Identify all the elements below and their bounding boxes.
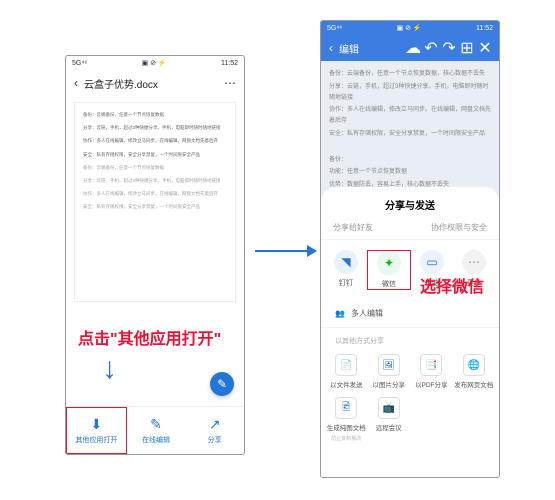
share-panel: 分享与发送 分享给好友 协作权限与安全 ◥钉钉✦微信▭电脑⋯更多 👥 多人编辑 … (321, 187, 499, 477)
share-item-钉钉[interactable]: ◥ 钉钉 (325, 250, 367, 290)
other-label: 生成纯图文档 (327, 422, 366, 432)
back-icon[interactable]: ‹ (74, 76, 78, 90)
multi-edit-row[interactable]: 👥 多人编辑 (321, 300, 499, 328)
doc-preview: 备份：云端备份，任意一个节点恢复数据分享：云链，手机，超过3种快捷分享。手机，电… (74, 102, 236, 302)
other-icon: 🖻 (335, 397, 357, 419)
other-label: 以PDF分享 (415, 379, 448, 389)
bg-line: 备份： (329, 155, 491, 166)
other-icon: 🖼 (378, 354, 400, 376)
people-icon: 👥 (335, 309, 345, 318)
bottom-icon: ✎ (150, 416, 162, 433)
arrow-down-icon: ↓ (102, 352, 117, 386)
close-icon[interactable]: ✕ (479, 42, 491, 54)
signal-indicator: 5G⁴⁶ (327, 25, 342, 32)
share-icon: ⋯ (462, 250, 486, 274)
other-item-生成纯图文档[interactable]: 🖻 生成纯图文档防止复制篡改 (325, 397, 368, 442)
other-icon: 🌐 (463, 354, 485, 376)
other-item-以PDF分享[interactable]: 📑 以PDF分享 (410, 354, 453, 389)
other-sublabel: 防止复制篡改 (331, 435, 361, 442)
share-label: 钉钉 (339, 278, 353, 288)
other-label: 发布网页文档 (454, 379, 493, 389)
other-item-远程会议[interactable]: 📺 远程会议 (368, 397, 411, 442)
other-icon: 📺 (378, 397, 400, 419)
other-item-以图片分享[interactable]: 🖼 以图片分享 (368, 354, 411, 389)
bg-line: 分享：云链，手机，超过3种快捷分享。手机，电脑即时随时随地链接 (329, 82, 491, 104)
other-section-label: 以其他方式分享 (321, 328, 499, 350)
multi-edit-label: 多人编辑 (351, 308, 383, 319)
clock: 11:52 (221, 60, 238, 67)
bottom-item-2[interactable]: ↗ 分享 (185, 407, 244, 454)
doc-title: 云盒子优势.docx (84, 76, 218, 91)
share-tabs: 分享给好友 协作权限与安全 (321, 222, 499, 240)
phone-left: 5G⁴⁶ ▣ ⊘ ⚡ 11:52 ‹ 云盒子优势.docx ⋯ 备份：云端备份，… (65, 55, 245, 455)
status-icons: ▣ ⊘ ⚡ (142, 59, 167, 67)
fab-button[interactable]: ✎ (210, 372, 234, 396)
status-icons: ▣ ⊘ ⚡ (397, 24, 422, 32)
doc-header: ‹ 云盒子优势.docx ⋯ (66, 70, 244, 96)
tab-permissions[interactable]: 协作权限与安全 (431, 222, 487, 239)
share-title: 分享与发送 (321, 197, 499, 212)
bg-line: 备份：云端备份，任意一个节点恢复数据，核心数据不丢失 (329, 69, 491, 80)
bg-line (329, 142, 491, 153)
bottom-item-1[interactable]: ✎ 在线编辑 (127, 407, 186, 454)
clock: 11:52 (476, 25, 493, 32)
undo-icon[interactable]: ↶ (425, 42, 437, 54)
doc-line: 协作：多人在线编辑，修改立马同步。在线编辑，网盘文档先着后存 (83, 137, 227, 144)
instruction-right: 选择微信 (420, 273, 484, 297)
other-grid: 📄 以文件发送 🖼 以图片分享 📑 以PDF分享 🌐 发布网页文档 🖻 生成纯图文档防止复制篡改 📺… (321, 350, 499, 454)
bottom-icon: ⬇ (90, 416, 102, 433)
edit-header: ‹ 编辑 ☁ ↶ ↷ ⊞ ✕ (321, 35, 499, 61)
grid-icon[interactable]: ⊞ (461, 42, 473, 54)
other-item-以文件发送[interactable]: 📄 以文件发送 (325, 354, 368, 389)
bg-line: 功能：任意一个节点恢复数据 (329, 167, 491, 178)
signal-indicator: 5G⁴⁶ (72, 60, 87, 67)
other-label: 以图片分享 (373, 379, 406, 389)
instruction-left: 点击"其他应用打开" (78, 325, 221, 349)
doc-line: 安全：私有存储权限，安全分享禁复，一个时间限安全产品 (83, 151, 227, 158)
cloud-icon[interactable]: ☁ (407, 42, 419, 54)
doc-line: 分享：云链，手机，超过3种快捷分享。手机，电脑即时随时随地链接 (83, 124, 227, 131)
redo-icon[interactable]: ↷ (443, 42, 455, 54)
back-icon[interactable]: ‹ (329, 41, 333, 55)
status-bar: 5G⁴⁶ ▣ ⊘ ⚡ 11:52 (66, 56, 244, 70)
doc-line: 备份：云端备份，任意一个节点恢复数据 (83, 111, 227, 118)
share-label: 微信 (382, 279, 396, 289)
other-icon: 📄 (335, 354, 357, 376)
bottom-icon: ↗ (209, 416, 221, 433)
other-label: 以文件发送 (330, 379, 363, 389)
other-icon: 📑 (420, 354, 442, 376)
bottom-label: 其他应用打开 (75, 435, 117, 445)
bottom-label: 分享 (208, 435, 222, 445)
status-bar: 5G⁴⁶ ▣ ⊘ ⚡ 11:52 (321, 21, 499, 35)
bottom-item-0[interactable]: ⬇ 其他应用打开 (66, 407, 127, 454)
bg-line: 安全：私有存储权限，安全分享禁复，一个时间限安全产品 (329, 129, 491, 140)
other-label: 远程会议 (376, 422, 402, 432)
share-item-微信[interactable]: ✦ 微信 (367, 250, 411, 290)
share-icon: ◥ (334, 250, 358, 274)
more-icon[interactable]: ⋯ (224, 76, 236, 90)
bottom-bar: ⬇ 其他应用打开 ✎ 在线编辑 ↗ 分享 (66, 406, 244, 454)
header-title: 编辑 (339, 41, 401, 56)
tab-friends[interactable]: 分享给好友 (333, 222, 373, 239)
arrow-right-icon (255, 250, 315, 252)
other-item-发布网页文档[interactable]: 🌐 发布网页文档 (453, 354, 496, 389)
share-icon: ✦ (377, 251, 401, 275)
phone-right: 5G⁴⁶ ▣ ⊘ ⚡ 11:52 ‹ 编辑 ☁ ↶ ↷ ⊞ ✕ 备份：云端备份，… (320, 20, 500, 478)
share-icon: ▭ (420, 250, 444, 274)
bg-line: 协作：多人在线编辑，修改立马同步。在线编辑，网盘文档先着后存 (329, 105, 491, 127)
bottom-label: 在线编辑 (142, 435, 170, 445)
